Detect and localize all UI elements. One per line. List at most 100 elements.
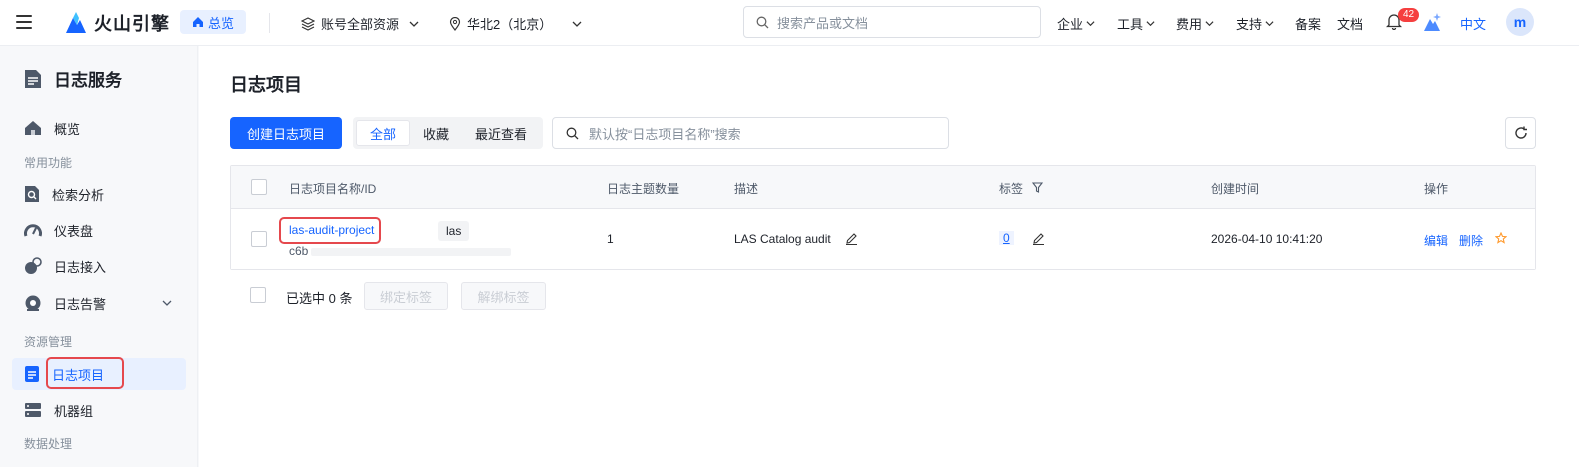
home-button[interactable]: 总览 (180, 10, 247, 34)
row-checkbox[interactable] (251, 231, 267, 247)
log-service-icon (25, 69, 41, 88)
sidebar-item-dashboard[interactable]: 仪表盘 (12, 214, 186, 246)
bind-tag-button[interactable]: 绑定标签 (364, 282, 448, 310)
created-time: 2026-04-10 10:41:20 (1211, 232, 1323, 246)
delete-link[interactable]: 删除 (1459, 232, 1483, 249)
ingest-icon (25, 257, 42, 274)
account-scope-label: 账号全部资源 (321, 17, 400, 32)
sidebar-item-label: 机器组 (54, 403, 94, 419)
chevron-down-icon (1265, 21, 1274, 27)
menu-billing[interactable]: 费用 (1176, 14, 1214, 33)
col-name: 日志项目名称/ID (289, 182, 377, 196)
brand-logo[interactable]: 火山引擎 (64, 10, 170, 36)
top-bar: 火山引擎 总览 账号全部资源 华北2（北京） 搜索产品或文档 企业 工具 费用 … (0, 0, 1579, 46)
filter-icon[interactable] (1032, 182, 1043, 193)
project-id-redacted (311, 248, 511, 256)
alert-icon (25, 295, 41, 311)
chevron-down-icon (1146, 21, 1155, 27)
brand-name: 火山引擎 (94, 14, 170, 34)
server-icon (25, 403, 41, 417)
sidebar-item-label: 日志接入 (54, 259, 107, 275)
edit-link[interactable]: 编辑 (1424, 232, 1448, 249)
project-tag: las (438, 221, 470, 241)
col-tags: 标签 (999, 182, 1024, 196)
service-title-label: 日志服务 (54, 71, 122, 90)
project-search-placeholder: 默认按“日志项目名称”搜索 (589, 126, 741, 142)
home-icon (193, 17, 203, 27)
main-content: 日志项目 创建日志项目 全部 收藏 最近查看 默认按“日志项目名称”搜索 日志项… (199, 46, 1579, 467)
chevron-down-icon (572, 21, 582, 27)
chevron-down-icon (1205, 21, 1214, 27)
global-search-placeholder: 搜索产品或文档 (777, 15, 869, 31)
col-created: 创建时间 (1211, 182, 1260, 196)
create-log-project-button[interactable]: 创建日志项目 (230, 117, 342, 149)
link-docs[interactable]: 文档 (1337, 14, 1363, 33)
edit-tags-icon[interactable] (1032, 232, 1045, 245)
sidebar: 日志服务 概览 常用功能 检索分析 仪表盘 日志接入 日志告警 资源管理 日志项… (0, 46, 198, 467)
menu-billing-label: 费用 (1176, 17, 1203, 32)
search-icon (566, 127, 579, 139)
sidebar-item-label: 仪表盘 (54, 223, 94, 239)
chevron-down-icon (1086, 21, 1095, 27)
col-description: 描述 (734, 182, 759, 196)
sidebar-item-overview[interactable]: 概览 (12, 112, 186, 144)
log-project-icon (25, 366, 39, 382)
edit-description-icon[interactable] (845, 232, 858, 245)
tag-count-link[interactable]: 0 (999, 231, 1014, 245)
project-search-input[interactable]: 默认按“日志项目名称”搜索 (552, 117, 949, 149)
layers-icon (301, 16, 315, 31)
sidebar-item-label: 概览 (54, 121, 81, 137)
sidebar-item-search-analysis[interactable]: 检索分析 (12, 178, 186, 210)
menu-enterprise[interactable]: 企业 (1057, 14, 1095, 33)
tab-all[interactable]: 全部 (356, 120, 411, 146)
menu-support[interactable]: 支持 (1236, 14, 1274, 33)
search-document-icon (25, 186, 39, 202)
search-icon (756, 16, 769, 28)
menu-icon[interactable] (16, 15, 32, 29)
select-all-checkbox[interactable] (251, 179, 267, 195)
page-title: 日志项目 (230, 75, 302, 95)
group-resource-management: 资源管理 (24, 335, 73, 349)
group-common-functions: 常用功能 (24, 156, 73, 170)
divider (269, 13, 270, 33)
notification-badge: 42 (1398, 8, 1420, 22)
sidebar-item-log-alert[interactable]: 日志告警 (12, 287, 186, 319)
chevron-down-icon (409, 21, 419, 27)
col-actions: 操作 (1424, 182, 1449, 196)
table-row: las-audit-project las c6b 1 LAS Catalog … (231, 209, 1535, 269)
link-filing[interactable]: 备案 (1295, 14, 1321, 33)
description-text: LAS Catalog audit (734, 232, 831, 246)
chevron-down-icon (162, 300, 172, 306)
tab-favorites[interactable]: 收藏 (410, 120, 462, 146)
highlight-box (46, 357, 124, 389)
account-scope-select[interactable]: 账号全部资源 (301, 14, 419, 33)
sidebar-item-machine-group[interactable]: 机器组 (12, 394, 186, 426)
table-header: 日志项目名称/ID 日志主题数量 描述 标签 创建时间 操作 (231, 166, 1535, 209)
global-search-input[interactable]: 搜索产品或文档 (743, 6, 1041, 38)
gauge-icon (24, 224, 42, 237)
highlight-box (279, 217, 381, 244)
tab-recent[interactable]: 最近查看 (462, 120, 540, 146)
menu-enterprise-label: 企业 (1057, 17, 1084, 32)
project-table: 日志项目名称/ID 日志主题数量 描述 标签 创建时间 操作 las-audit… (230, 165, 1536, 270)
menu-tools[interactable]: 工具 (1117, 14, 1155, 33)
footer-select-checkbox[interactable] (250, 287, 266, 303)
avatar[interactable]: m (1506, 8, 1534, 36)
ai-assistant-icon[interactable] (1423, 12, 1441, 32)
refresh-button[interactable] (1505, 117, 1536, 149)
sidebar-item-log-ingest[interactable]: 日志接入 (12, 250, 186, 282)
service-title: 日志服务 (24, 66, 122, 91)
unbind-tag-button[interactable]: 解绑标签 (461, 282, 546, 310)
project-id: c6b (289, 244, 309, 258)
menu-tools-label: 工具 (1117, 17, 1144, 32)
language-switch[interactable]: 中文 (1460, 14, 1486, 33)
home-label: 总览 (208, 15, 235, 31)
region-select[interactable]: 华北2（北京） (449, 14, 582, 33)
volcano-logo-icon (66, 12, 86, 33)
menu-support-label: 支持 (1236, 17, 1263, 32)
star-icon[interactable] (1495, 232, 1507, 244)
selected-count: 已选中 0 条 (286, 291, 353, 306)
refresh-icon (1514, 126, 1527, 139)
sidebar-item-label: 检索分析 (52, 187, 105, 203)
col-topic-count: 日志主题数量 (607, 182, 680, 196)
